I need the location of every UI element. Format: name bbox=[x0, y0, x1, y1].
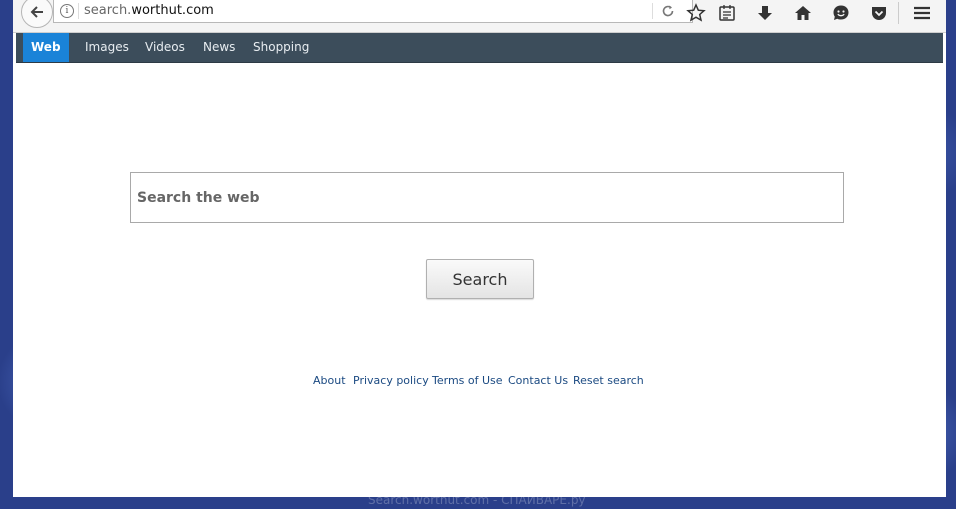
watermark-text: Search.worthut.com - СПАЙВАРЕ.ру bbox=[368, 493, 586, 507]
info-icon[interactable]: i bbox=[60, 4, 74, 18]
search-button[interactable]: Search bbox=[426, 259, 534, 299]
reload-separator bbox=[652, 3, 653, 19]
url-bar[interactable]: i search.worthut.com bbox=[53, 0, 693, 23]
browser-window: i search.worthut.com Web Images Videos N… bbox=[13, 0, 946, 497]
smiley-icon[interactable] bbox=[831, 3, 851, 23]
nav-tab-shopping[interactable]: Shopping bbox=[253, 33, 309, 62]
footer-link-terms-of-use[interactable]: Terms of Use bbox=[432, 374, 503, 387]
url-domain: worthut.com bbox=[131, 3, 214, 18]
reading-list-icon[interactable] bbox=[717, 3, 737, 23]
url-prefix: search. bbox=[84, 3, 132, 18]
nav-tab-news[interactable]: News bbox=[203, 33, 235, 62]
footer-link-contact-us[interactable]: Contact Us bbox=[508, 374, 568, 387]
back-button[interactable] bbox=[21, 0, 53, 28]
search-input[interactable] bbox=[130, 172, 844, 223]
footer-link-privacy-policy[interactable]: Privacy policy bbox=[353, 374, 429, 387]
search-category-nav: Web Images Videos News Shopping bbox=[16, 33, 943, 63]
browser-toolbar: i search.worthut.com bbox=[13, 0, 946, 33]
bookmark-star-icon[interactable] bbox=[686, 3, 706, 23]
reload-icon[interactable] bbox=[661, 4, 675, 18]
toolbar-separator bbox=[898, 2, 899, 24]
home-icon[interactable] bbox=[793, 3, 813, 23]
footer-link-reset-search[interactable]: Reset search bbox=[573, 374, 644, 387]
nav-tab-web[interactable]: Web bbox=[23, 33, 69, 62]
arrow-left-icon bbox=[30, 6, 43, 18]
footer-link-about[interactable]: About bbox=[313, 374, 346, 387]
download-arrow-icon[interactable] bbox=[755, 3, 775, 23]
nav-tab-videos[interactable]: Videos bbox=[145, 33, 185, 62]
url-text[interactable]: search.worthut.com bbox=[84, 3, 214, 18]
pocket-icon[interactable] bbox=[869, 3, 889, 23]
hamburger-menu-icon[interactable] bbox=[912, 3, 932, 23]
url-separator bbox=[78, 3, 79, 19]
nav-tab-images[interactable]: Images bbox=[85, 33, 129, 62]
